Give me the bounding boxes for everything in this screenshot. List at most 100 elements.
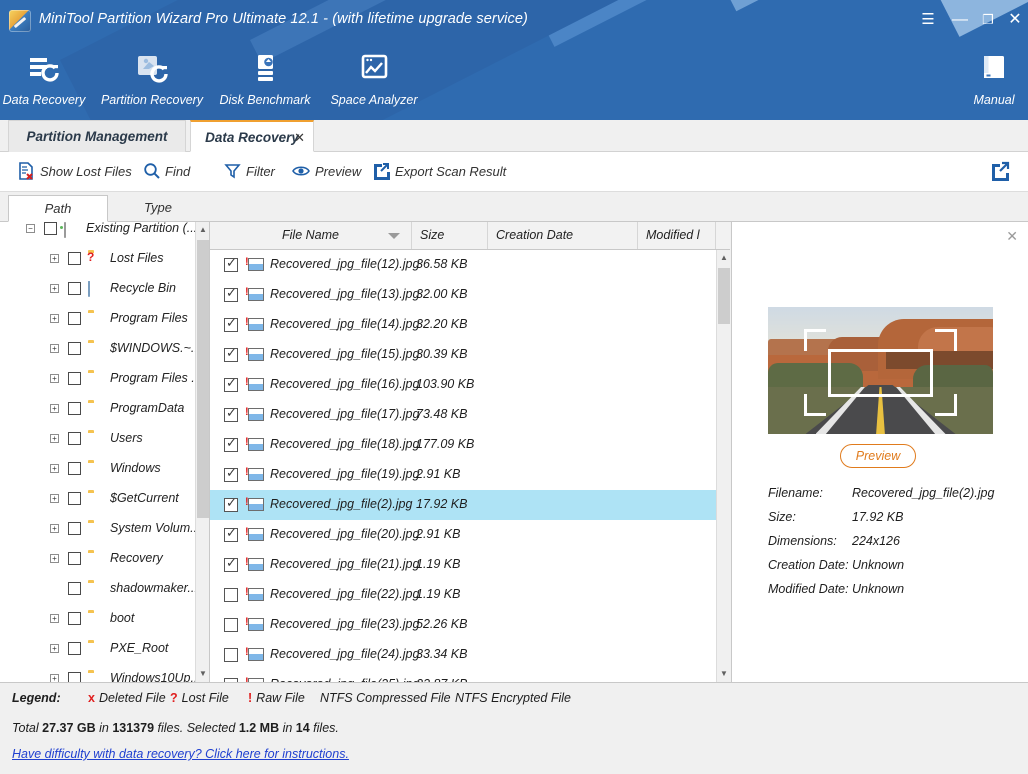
column-header-modified-date[interactable]: Modified l [638, 222, 716, 249]
tree-node[interactable]: + Users [0, 424, 196, 454]
tree-node-checkbox[interactable] [68, 492, 81, 505]
tree-node-checkbox[interactable] [68, 312, 81, 325]
tab-partition-management[interactable]: Partition Management [8, 120, 186, 152]
tree-node-checkbox[interactable] [68, 462, 81, 475]
file-list-scroll-thumb[interactable] [718, 268, 730, 324]
tree-node-checkbox[interactable] [68, 342, 81, 355]
close-tab-icon[interactable]: ✕ [294, 122, 305, 154]
tree-node[interactable]: + boot [0, 604, 196, 634]
maximize-restore-button[interactable]: ❐ [975, 8, 1001, 32]
tree-node-checkbox[interactable] [68, 552, 81, 565]
tree-expander-expand-icon[interactable]: + [50, 404, 59, 413]
tree-node[interactable]: + Recycle Bin [0, 274, 196, 304]
tree-node-checkbox[interactable] [68, 402, 81, 415]
subtab-path[interactable]: Path [8, 195, 108, 222]
find-button[interactable]: Find [143, 161, 190, 183]
tree-node[interactable]: + Recovery [0, 544, 196, 574]
tree-expander-expand-icon[interactable]: + [50, 614, 59, 623]
tree-node-checkbox[interactable] [68, 612, 81, 625]
table-row[interactable]: Recovered_jpg_file(15).jpg30.39 KB [210, 340, 716, 370]
row-checkbox[interactable] [224, 648, 238, 662]
header-tool-space-analyzer[interactable]: Space Analyzer [320, 52, 428, 107]
table-row[interactable]: Recovered_jpg_file(19).jpg2.91 KB [210, 460, 716, 490]
column-header-file-name[interactable]: File Name [210, 222, 412, 249]
tree-node[interactable]: shadowmaker... [0, 574, 198, 604]
header-tool-partition-recovery[interactable]: Partition Recovery [92, 52, 212, 107]
hamburger-menu-icon[interactable]: ☰ [915, 8, 941, 32]
header-tool-data-recovery[interactable]: Data Recovery [0, 52, 88, 107]
row-checkbox[interactable] [224, 618, 238, 632]
tree-node[interactable]: + $GetCurrent [0, 484, 196, 514]
tree-node[interactable]: − Existing Partition (... [0, 222, 197, 244]
row-checkbox[interactable] [224, 555, 238, 572]
tree-node-checkbox[interactable] [68, 582, 81, 595]
tree-expander-collapse-icon[interactable]: − [26, 224, 35, 233]
scroll-down-arrow-icon[interactable]: ▼ [196, 666, 209, 682]
tree-node[interactable]: + Windows10Up... [0, 664, 201, 682]
tree-node[interactable]: + System Volum... [0, 514, 201, 544]
table-row[interactable]: Recovered_jpg_file(22).jpg1.19 KB [210, 580, 716, 610]
tree-expander-expand-icon[interactable]: + [50, 524, 59, 533]
tree-expander-expand-icon[interactable]: + [50, 464, 59, 473]
sort-descending-caret-icon[interactable] [388, 233, 400, 239]
table-row[interactable]: Recovered_jpg_file(25).jpg33.87 KB [210, 670, 716, 682]
table-row[interactable]: Recovered_jpg_file(20).jpg2.91 KB [210, 520, 716, 550]
tree-expander-expand-icon[interactable]: + [50, 344, 59, 353]
tree-expander-expand-icon[interactable]: + [50, 554, 59, 563]
tree-node-checkbox[interactable] [68, 432, 81, 445]
table-row[interactable]: Recovered_jpg_file(2).jpg17.92 KB [210, 490, 716, 520]
table-row[interactable]: Recovered_jpg_file(23).jpg52.26 KB [210, 610, 716, 640]
tree-node[interactable]: + ProgramData [0, 394, 196, 424]
tree-expander-expand-icon[interactable]: + [50, 674, 59, 682]
tab-data-recovery[interactable]: Data Recovery ✕ [190, 120, 314, 152]
preview-action-button[interactable]: Preview [840, 444, 916, 468]
file-list-panel[interactable]: File Name Size Creation Date Modified l … [210, 222, 730, 682]
row-checkbox[interactable] [224, 435, 238, 452]
tree-node[interactable]: + $WINDOWS.~... [0, 334, 201, 364]
preview-button[interactable]: Preview [292, 161, 361, 183]
tree-node[interactable]: + Program Files [0, 304, 196, 334]
tree-node[interactable]: + Program Files ... [0, 364, 202, 394]
tree-node-checkbox[interactable] [68, 642, 81, 655]
scroll-up-arrow-icon[interactable]: ▲ [717, 250, 730, 266]
tree-expander-expand-icon[interactable]: + [50, 434, 59, 443]
table-row[interactable]: Recovered_jpg_file(21).jpg1.19 KB [210, 550, 716, 580]
tree-node-checkbox[interactable] [68, 252, 81, 265]
row-checkbox[interactable] [224, 285, 238, 302]
export-share-icon[interactable] [990, 161, 1010, 186]
tree-node-checkbox[interactable] [68, 522, 81, 535]
directory-tree-panel[interactable]: − Existing Partition (... +? Lost Files + Rec… [0, 222, 210, 682]
tree-node-checkbox[interactable] [68, 672, 81, 682]
row-checkbox[interactable] [224, 345, 238, 362]
export-scan-result-button[interactable]: Export Scan Result [372, 161, 506, 183]
tree-node-checkbox[interactable] [68, 282, 81, 295]
preview-thumbnail-image[interactable] [768, 307, 993, 434]
help-instructions-link[interactable]: Have difficulty with data recovery? Clic… [12, 747, 349, 761]
filter-button[interactable]: Filter [224, 161, 275, 183]
file-list-scrollbar[interactable]: ▲ ▼ [716, 250, 730, 682]
minimize-button[interactable]: — [947, 8, 973, 32]
tree-node-checkbox[interactable] [68, 372, 81, 385]
tree-node[interactable]: + PXE_Root [0, 634, 196, 664]
table-row[interactable]: Recovered_jpg_file(14).jpg32.20 KB [210, 310, 716, 340]
tree-node-checkbox[interactable] [44, 222, 57, 235]
row-checkbox[interactable] [224, 588, 238, 602]
row-checkbox[interactable] [224, 495, 238, 512]
tree-node[interactable]: + Windows [0, 454, 196, 484]
table-row[interactable]: Recovered_jpg_file(24).jpg33.34 KB [210, 640, 716, 670]
tree-expander-expand-icon[interactable]: + [50, 314, 59, 323]
tree-expander-expand-icon[interactable]: + [50, 284, 59, 293]
tree-scrollbar[interactable]: ▲ ▼ [195, 222, 209, 682]
scroll-up-arrow-icon[interactable]: ▲ [196, 222, 209, 238]
row-checkbox[interactable] [224, 405, 238, 422]
tree-node[interactable]: +? Lost Files [0, 244, 196, 274]
table-row[interactable]: Recovered_jpg_file(18).jpg177.09 KB [210, 430, 716, 460]
tree-expander-expand-icon[interactable]: + [50, 254, 59, 263]
tree-scroll-thumb[interactable] [197, 240, 209, 518]
table-row[interactable]: Recovered_jpg_file(12).jpg36.58 KB [210, 250, 716, 280]
column-header-creation-date[interactable]: Creation Date [488, 222, 638, 249]
scroll-down-arrow-icon[interactable]: ▼ [717, 666, 730, 682]
table-row[interactable]: Recovered_jpg_file(16).jpg103.90 KB [210, 370, 716, 400]
tree-expander-expand-icon[interactable]: + [50, 374, 59, 383]
table-row[interactable]: Recovered_jpg_file(13).jpg32.00 KB [210, 280, 716, 310]
